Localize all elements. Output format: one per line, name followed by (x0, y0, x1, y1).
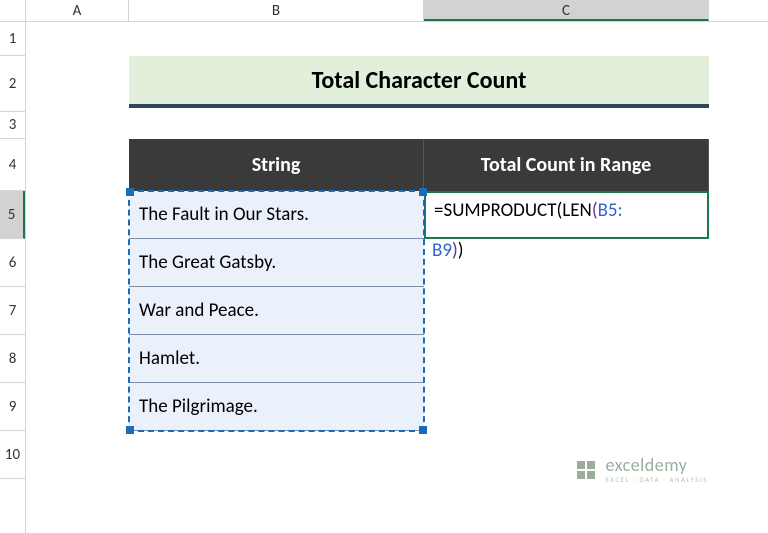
formula-overflow: B9)) (424, 239, 464, 262)
cell-b5[interactable]: The Fault in Our Stars. (129, 191, 424, 239)
row-header-7[interactable]: 7 (0, 287, 25, 335)
title-banner: Total Character Count (129, 56, 709, 108)
row-header-9[interactable]: 9 (0, 383, 25, 431)
formula-fn: =SUMPRODUCT (434, 199, 557, 222)
cell-c5-formula[interactable]: =SUMPRODUCT(LEN(B5: (424, 191, 709, 239)
table-header-row: String Total Count in Range (129, 139, 709, 191)
watermark-sub: EXCEL · DATA · ANALYSIS (606, 476, 708, 483)
row-header-10[interactable]: 10 (0, 431, 25, 479)
column-header-c[interactable]: C (424, 0, 709, 21)
row-headers: 1 2 3 4 5 6 7 8 9 10 (0, 22, 26, 533)
column-header-b[interactable]: B (129, 0, 424, 21)
watermark: exceldemy EXCEL · DATA · ANALYSIS (574, 456, 708, 483)
formula-len: LEN (562, 199, 592, 222)
formula-ref2: B9 (432, 239, 452, 262)
row-header-2[interactable]: 2 (0, 56, 25, 112)
row-header-8[interactable]: 8 (0, 335, 25, 383)
header-string[interactable]: String (129, 139, 424, 191)
row-header-4[interactable]: 4 (0, 139, 25, 191)
watermark-brand: exceldemy (606, 456, 708, 474)
cell-b7[interactable]: War and Peace. (129, 287, 424, 335)
row-header-6[interactable]: 6 (0, 239, 25, 287)
select-all-corner[interactable] (0, 0, 26, 21)
cell-b8[interactable]: Hamlet. (129, 335, 424, 383)
cell-b6[interactable]: The Great Gatsby. (129, 239, 424, 287)
cell-area[interactable]: Total Character Count String Total Count… (26, 22, 768, 533)
formula-paren-close1: ) (458, 239, 464, 262)
row-header-5[interactable]: 5 (0, 191, 25, 239)
title-text: Total Character Count (312, 66, 527, 95)
formula-ref1: B5: (598, 199, 623, 222)
cell-b9[interactable]: The Pilgrimage. (129, 383, 424, 431)
data-range: The Fault in Our Stars. The Great Gatsby… (129, 191, 424, 431)
column-header-a[interactable]: A (26, 0, 129, 21)
exceldemy-logo-icon (574, 458, 598, 482)
row-header-1[interactable]: 1 (0, 22, 25, 56)
spreadsheet-grid: A B C 1 2 3 4 5 6 7 8 9 10 Total Charact… (0, 0, 768, 533)
header-count[interactable]: Total Count in Range (424, 139, 709, 191)
row-header-3[interactable]: 3 (0, 112, 25, 139)
column-headers: A B C (0, 0, 768, 22)
